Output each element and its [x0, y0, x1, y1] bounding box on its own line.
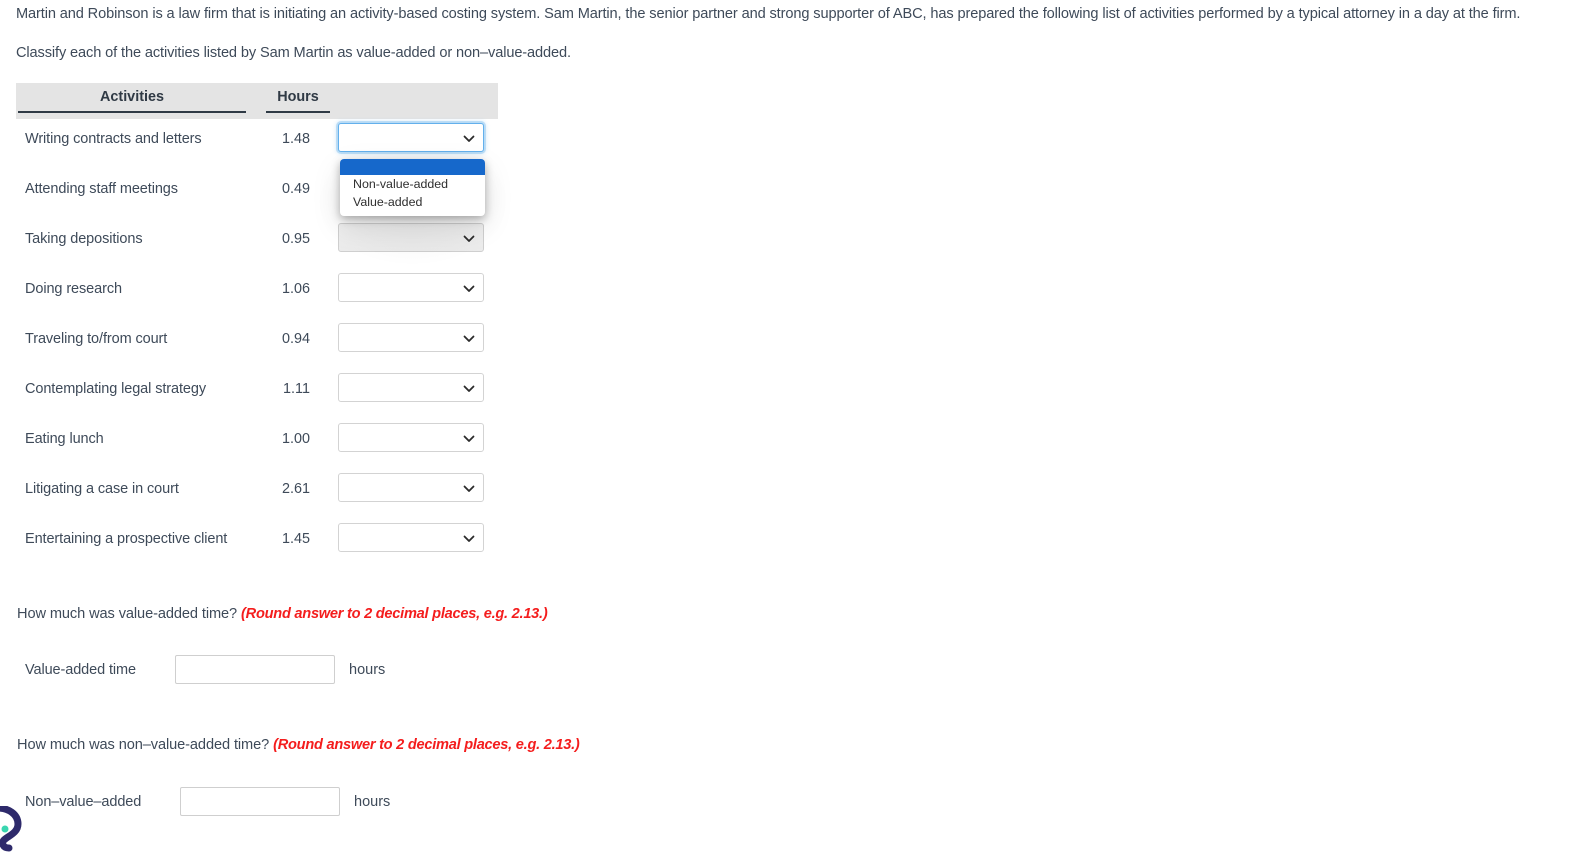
table-row: Contemplating legal strategy 1.11 — [16, 369, 498, 419]
activity-hours: 1.00 — [281, 431, 310, 447]
activity-hours: 0.49 — [281, 181, 310, 197]
activity-name: Doing research — [25, 281, 122, 297]
activity-name: Traveling to/from court — [25, 331, 168, 347]
activity-hours: 1.06 — [281, 281, 310, 297]
non-value-added-label: Non–value–added — [25, 793, 142, 810]
activity-hours: 1.11 — [283, 381, 310, 397]
activity-name: Writing contracts and letters — [25, 131, 202, 147]
question-1-hint: (Round answer to 2 decimal places, e.g. … — [241, 606, 548, 622]
chevron-down-icon — [463, 132, 475, 143]
classification-select-3[interactable] — [338, 273, 484, 302]
classification-select-2[interactable] — [338, 223, 484, 252]
activity-hours: 1.45 — [281, 531, 310, 547]
chevron-down-icon — [463, 532, 475, 543]
table-row: Traveling to/from court 0.94 — [16, 319, 498, 369]
value-added-unit: hours — [349, 661, 386, 678]
chevron-down-icon — [463, 432, 475, 443]
chevron-down-icon — [463, 482, 475, 493]
classification-select-8[interactable] — [338, 523, 484, 552]
activity-hours: 1.48 — [281, 131, 310, 147]
activity-name: Attending staff meetings — [25, 181, 178, 197]
question-value-added: How much was value-added time? (Round an… — [17, 606, 548, 622]
activity-name: Entertaining a prospective client — [25, 531, 228, 547]
table-row: Doing research 1.06 — [16, 269, 498, 319]
classification-dropdown-list[interactable]: Non-value-added Value-added — [340, 159, 485, 216]
column-header-activities: Activities — [18, 89, 246, 113]
table-row: Taking depositions 0.95 — [16, 219, 498, 269]
chevron-down-icon — [463, 332, 475, 343]
classification-select-4[interactable] — [338, 323, 484, 352]
activity-name: Taking depositions — [25, 231, 143, 247]
table-header-row: Activities Hours — [16, 83, 498, 119]
question-2-hint: (Round answer to 2 decimal places, e.g. … — [273, 737, 580, 753]
activity-hours: 2.61 — [281, 481, 310, 497]
table-row: Litigating a case in court 2.61 — [16, 469, 498, 519]
classification-select-5[interactable] — [338, 373, 484, 402]
activity-hours: 0.94 — [281, 331, 310, 347]
column-header-hours: Hours — [266, 89, 330, 113]
value-added-input[interactable] — [175, 655, 335, 684]
value-added-label: Value-added time — [25, 661, 136, 678]
activity-hours: 0.95 — [281, 231, 310, 247]
table-row: Eating lunch 1.00 — [16, 419, 498, 469]
activity-name: Eating lunch — [25, 431, 104, 447]
classification-select-0[interactable] — [338, 123, 484, 152]
non-value-added-answer-row: Non–value–added hours — [25, 787, 390, 816]
question-non-value-added: How much was non–value-added time? (Roun… — [17, 737, 580, 753]
classification-select-7[interactable] — [338, 473, 484, 502]
dropdown-option-non-value-added[interactable]: Non-value-added — [340, 175, 485, 193]
intro-paragraph-2: Classify each of the activities listed b… — [16, 45, 571, 61]
question-1-text: How much was value-added time? — [17, 606, 238, 622]
question-2-text: How much was non–value-added time? — [17, 737, 270, 753]
classification-select-6[interactable] — [338, 423, 484, 452]
chevron-down-icon — [463, 382, 475, 393]
dropdown-option-value-added[interactable]: Value-added — [340, 193, 485, 211]
chevron-down-icon — [463, 282, 475, 293]
activity-name: Contemplating legal strategy — [25, 381, 206, 397]
value-added-answer-row: Value-added time hours — [25, 655, 385, 684]
non-value-added-input[interactable] — [180, 787, 340, 816]
chevron-down-icon — [463, 232, 475, 243]
table-row: Entertaining a prospective client 1.45 — [16, 519, 498, 569]
intro-paragraph-1: Martin and Robinson is a law firm that i… — [16, 6, 1521, 22]
activity-name: Litigating a case in court — [25, 481, 179, 497]
dropdown-option-blank[interactable] — [340, 159, 485, 175]
column-header-classification — [330, 100, 498, 102]
non-value-added-unit: hours — [354, 793, 391, 810]
activities-table: Activities Hours Writing contracts and l… — [16, 83, 498, 569]
worksheet-page: Martin and Robinson is a law firm that i… — [0, 0, 1578, 852]
